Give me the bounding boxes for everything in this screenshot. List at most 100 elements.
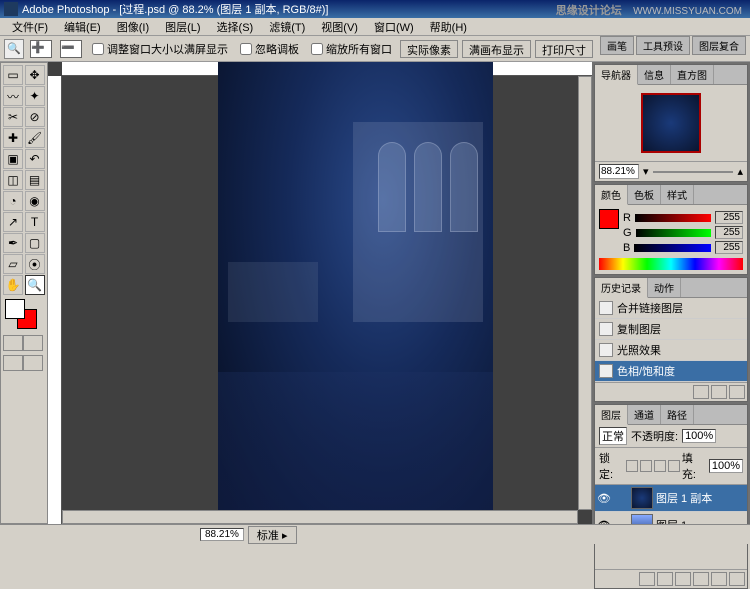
tool-brush[interactable]: 🖌 — [25, 128, 45, 148]
tool-type[interactable]: T — [25, 212, 45, 232]
tab-history[interactable]: 历史记录 — [595, 278, 648, 298]
lock-transparency-icon[interactable] — [626, 460, 638, 472]
color-preview[interactable] — [599, 209, 619, 229]
menu-window[interactable]: 窗口(W) — [366, 19, 422, 35]
tool-lasso[interactable]: 〰 — [3, 86, 23, 106]
menu-help[interactable]: 帮助(H) — [422, 19, 475, 35]
adjustment-icon[interactable] — [693, 572, 709, 586]
tool-gradient[interactable]: ▤ — [25, 170, 45, 190]
tool-eraser[interactable]: ◫ — [3, 170, 23, 190]
history-item[interactable]: 合并链接图层 — [595, 298, 747, 319]
tab-brushes[interactable]: 画笔 — [600, 36, 634, 55]
lock-image-icon[interactable] — [640, 460, 652, 472]
quickmask-on[interactable] — [23, 335, 43, 351]
value-b[interactable]: 255 — [715, 241, 743, 254]
status-zoom[interactable]: 88.21% — [200, 528, 244, 541]
screen-standard[interactable] — [3, 355, 23, 371]
layer-item[interactable]: 👁 图层 1 副本 — [595, 485, 747, 512]
opt-ignore-palettes[interactable]: 忽略调板 — [240, 41, 299, 57]
screen-full-menu[interactable] — [23, 355, 43, 371]
layer-name[interactable]: 图层 1 副本 — [656, 490, 712, 506]
navigator-zoom-slider[interactable] — [653, 171, 734, 173]
tool-blur[interactable]: ◔ — [3, 191, 23, 211]
scrollbar-horizontal[interactable] — [62, 510, 578, 524]
menu-select[interactable]: 选择(S) — [209, 19, 262, 35]
zoom-in-icon[interactable]: ➕ — [30, 40, 52, 58]
tab-histogram[interactable]: 直方图 — [671, 65, 714, 84]
tool-slice[interactable]: ⊘ — [25, 107, 45, 127]
menu-edit[interactable]: 编辑(E) — [56, 19, 109, 35]
trash-icon[interactable] — [729, 385, 745, 399]
layer-thumbnail[interactable] — [631, 487, 653, 509]
tool-pen[interactable]: ✒ — [3, 233, 23, 253]
menu-view[interactable]: 视图(V) — [313, 19, 366, 35]
foreground-color[interactable] — [5, 299, 25, 319]
btn-actual-pixels[interactable]: 实际像素 — [400, 40, 458, 58]
menu-layer[interactable]: 图层(L) — [157, 19, 208, 35]
tool-move[interactable]: ✥ — [25, 65, 45, 85]
zoom-out-icon[interactable]: ▾ — [643, 165, 649, 178]
value-r[interactable]: 255 — [715, 211, 743, 224]
color-ramp[interactable] — [599, 258, 743, 270]
tool-path[interactable]: ↗ — [3, 212, 23, 232]
tab-info[interactable]: 信息 — [638, 65, 671, 84]
menu-file[interactable]: 文件(F) — [4, 19, 56, 35]
quickmask-off[interactable] — [3, 335, 23, 351]
navigator-thumbnail[interactable] — [641, 93, 701, 153]
fx-icon[interactable] — [639, 572, 655, 586]
new-layer-icon[interactable] — [711, 572, 727, 586]
tab-navigator[interactable]: 导航器 — [595, 65, 638, 85]
new-set-icon[interactable] — [675, 572, 691, 586]
zoom-in-icon[interactable]: ▴ — [737, 165, 743, 178]
history-item[interactable]: 色相/饱和度 — [595, 361, 747, 382]
tab-layers[interactable]: 图层 — [595, 405, 628, 425]
tool-hand[interactable]: ✋ — [3, 275, 23, 295]
status-mode[interactable]: 标准 ▸ — [248, 526, 297, 544]
color-swatches[interactable] — [3, 299, 45, 331]
fill-value[interactable]: 100% — [709, 459, 743, 473]
trash-icon[interactable] — [729, 572, 745, 586]
lock-all-icon[interactable] — [668, 460, 680, 472]
tab-layer-comps[interactable]: 图层复合 — [692, 36, 746, 55]
tool-notes[interactable]: ▱ — [3, 254, 23, 274]
new-snapshot-icon[interactable] — [693, 385, 709, 399]
tab-color[interactable]: 颜色 — [595, 185, 628, 205]
tab-tool-presets[interactable]: 工具预设 — [636, 36, 690, 55]
canvas-document[interactable] — [218, 62, 493, 522]
tab-actions[interactable]: 动作 — [648, 278, 681, 297]
tab-channels[interactable]: 通道 — [628, 405, 661, 424]
zoom-out-icon[interactable]: ➖ — [60, 40, 82, 58]
tool-eyedropper[interactable]: ⦿ — [25, 254, 45, 274]
slider-b[interactable] — [634, 244, 711, 252]
tool-dodge[interactable]: ◉ — [25, 191, 45, 211]
menu-filter[interactable]: 滤镜(T) — [261, 19, 313, 35]
slider-r[interactable] — [635, 214, 711, 222]
menu-image[interactable]: 图像(I) — [109, 19, 157, 35]
tool-zoom[interactable]: 🔍 — [25, 275, 45, 295]
opacity-value[interactable]: 100% — [682, 429, 716, 443]
lock-position-icon[interactable] — [654, 460, 666, 472]
navigator-zoom-value[interactable]: 88.21% — [599, 164, 639, 179]
blend-mode-select[interactable]: 正常 — [599, 427, 627, 445]
tool-preset-icon[interactable]: 🔍 — [4, 39, 24, 59]
scrollbar-vertical[interactable] — [578, 76, 592, 510]
opt-resize-window[interactable]: 调整窗口大小以满屏显示 — [92, 41, 228, 57]
tool-stamp[interactable]: ▣ — [3, 149, 23, 169]
tool-history-brush[interactable]: ↶ — [25, 149, 45, 169]
tab-styles[interactable]: 样式 — [661, 185, 694, 204]
tool-wand[interactable]: ✦ — [25, 86, 45, 106]
history-item[interactable]: 复制图层 — [595, 319, 747, 340]
tab-swatches[interactable]: 色板 — [628, 185, 661, 204]
tool-crop[interactable]: ✂ — [3, 107, 23, 127]
ruler-vertical[interactable] — [48, 76, 62, 524]
mask-icon[interactable] — [657, 572, 673, 586]
new-doc-icon[interactable] — [711, 385, 727, 399]
history-item[interactable]: 光照效果 — [595, 340, 747, 361]
slider-g[interactable] — [636, 229, 711, 237]
btn-fit-screen[interactable]: 满画布显示 — [462, 40, 531, 58]
tab-paths[interactable]: 路径 — [661, 405, 694, 424]
tool-healing[interactable]: ✚ — [3, 128, 23, 148]
value-g[interactable]: 255 — [715, 226, 743, 239]
link-icon[interactable] — [614, 491, 628, 505]
tool-shape[interactable]: ▢ — [25, 233, 45, 253]
